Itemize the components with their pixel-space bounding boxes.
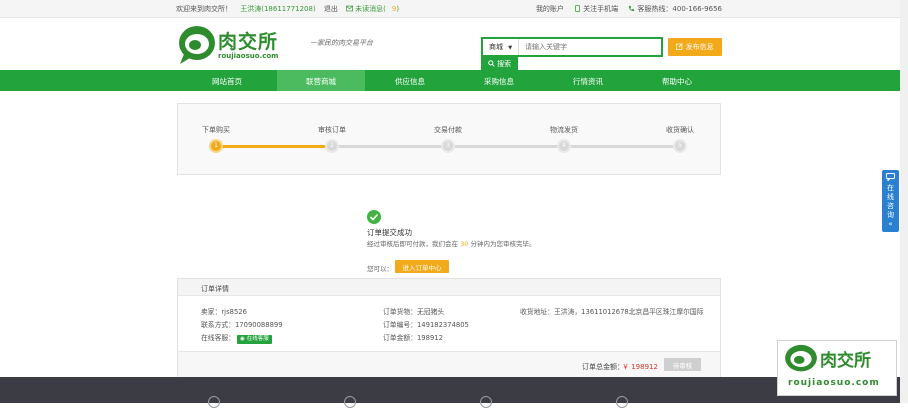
- search-button[interactable]: 搜索: [481, 57, 518, 71]
- step-label-5: 收货确认: [666, 126, 694, 134]
- watermark-text-en: roujiaosuo.com: [788, 378, 880, 388]
- online-cs-button[interactable]: ◉ 在线客服: [237, 335, 272, 344]
- nav-item-home[interactable]: 网站首页: [183, 70, 271, 91]
- step-label-2: 审核订单: [318, 126, 346, 134]
- user-link[interactable]: 王洪涛(18611771208): [240, 5, 315, 13]
- step-dot-5: 5: [673, 139, 687, 153]
- nav-item-supply[interactable]: 供应信息: [366, 70, 454, 91]
- success-desc-pre: 经过审核后即可付款，我们会在: [367, 240, 458, 248]
- chat-icon: ◉: [240, 336, 245, 342]
- site-footer: [0, 377, 908, 408]
- hotline: 客服热线：400-166-9656: [628, 5, 722, 13]
- online-consult-widget[interactable]: 在线咨询 «: [882, 170, 899, 232]
- nav-item-mall[interactable]: 联营商城: [277, 70, 365, 91]
- success-title: 订单提交成功: [367, 228, 412, 237]
- seller-column: 卖家：rjs8526 联系方式：17090088899 在线客服： ◉ 在线客服: [201, 306, 283, 345]
- main-nav: 网站首页 联营商城 供应信息 采购信息 行情资讯 帮助中心: [0, 70, 908, 91]
- online-cs-label: 在线客服: [201, 334, 229, 342]
- follow-mobile-label: 关注手机端: [583, 5, 619, 13]
- logo-text-en: roujiaosuo.com: [218, 52, 279, 60]
- success-minutes: 30: [460, 240, 469, 248]
- chevron-down-icon: ▼: [508, 45, 513, 51]
- phone-icon: [629, 5, 635, 12]
- pending-review-button[interactable]: 待审核: [664, 358, 701, 371]
- unread-label: 未读消息(: [355, 5, 386, 13]
- logo-badge-icon: [179, 26, 215, 64]
- search-input[interactable]: [521, 39, 661, 55]
- double-chevron-icon: «: [888, 220, 893, 228]
- step-dot-2: 2: [325, 139, 339, 153]
- my-account-link[interactable]: 我的账户: [536, 5, 564, 13]
- page-scrollbar[interactable]: [900, 0, 908, 403]
- footer-doc-icon: [616, 396, 628, 408]
- address-text: 收货地址：王洪涛，13611012678北京昌平区珠江摩尔国际: [520, 308, 704, 316]
- mobile-icon: [575, 5, 581, 12]
- order-center-button[interactable]: 进入订单中心: [395, 260, 449, 273]
- order-progress: 下单购买 审核订单 交易付款 物流发货 收货确认 1 2 3 4 5: [177, 103, 721, 175]
- success-description: 经过审核后即可付款，我们会在 30 分钟内为您审核完毕。: [367, 239, 542, 250]
- total-amount-value: ￥ 198912: [622, 363, 658, 371]
- step-dot-1: 1: [209, 139, 223, 153]
- hotline-label: 客服热线：400-166-9656: [637, 5, 722, 13]
- step-dot-4: 4: [557, 139, 571, 153]
- publish-button[interactable]: 发布信息: [668, 38, 722, 56]
- chat-bubble-icon: [886, 173, 895, 181]
- search-box: 商城 ▼: [481, 37, 663, 57]
- online-consult-label: 在线咨询: [887, 184, 894, 219]
- order-detail-footer: 订单总金额： ￥ 198912 待审核: [178, 351, 720, 377]
- online-cs-row: 在线客服： ◉ 在线客服: [201, 332, 283, 345]
- unread-close: ): [396, 5, 400, 13]
- mail-icon: [346, 5, 354, 12]
- search-icon: [488, 60, 495, 67]
- online-cs-badge-label: 在线客服: [246, 336, 269, 342]
- nav-item-help[interactable]: 帮助中心: [633, 70, 721, 91]
- nav-item-purchase[interactable]: 采购信息: [455, 70, 543, 91]
- order-number-text: 订单编号：149182374805: [383, 321, 469, 329]
- search-scope-value: 商城: [489, 43, 503, 51]
- progress-track-fill: [215, 145, 331, 148]
- order-detail-panel: 订单详情 卖家：rjs8526 联系方式：17090088899 在线客服： ◉…: [177, 278, 721, 378]
- footer-shield-icon: [344, 396, 356, 408]
- step-dot-3: 3: [441, 139, 455, 153]
- nav-item-market[interactable]: 行情资讯: [544, 70, 632, 91]
- address-column: 收货地址：王洪涛，13611012678北京昌平区珠江摩尔国际: [520, 306, 704, 319]
- site-header: 肉交所 roujiaosuo.com 一家民的肉交易平台 商城 ▼ 搜索 发布信…: [0, 18, 908, 71]
- goods-column: 订单货物：无冠猪头 订单编号：149182374805 订单金额：198912: [383, 306, 469, 345]
- step-label-1: 下单购买: [202, 126, 230, 134]
- success-desc-post: 分钟内为您审核完毕。: [470, 240, 536, 248]
- unread-messages-link[interactable]: 未读消息(9): [346, 5, 399, 13]
- order-detail-header: 订单详情: [178, 279, 720, 296]
- logo-text-cn: 肉交所: [218, 31, 279, 53]
- search-button-label: 搜索: [497, 60, 512, 68]
- seller-text: 卖家：rjs8526: [201, 308, 247, 316]
- site-logo[interactable]: 肉交所 roujiaosuo.com 一家民的肉交易平台: [178, 24, 378, 68]
- total-amount-label: 订单总金额：: [582, 363, 624, 371]
- order-success-block: 订单提交成功 经过审核后即可付款，我们会在 30 分钟内为您审核完毕。 您可以：…: [367, 210, 547, 276]
- watermark-text-cn: 肉交所: [820, 351, 871, 371]
- online-cs-colon: ：: [228, 334, 235, 342]
- watermark-logo-icon: [785, 344, 817, 372]
- check-circle-icon: [367, 210, 381, 224]
- brand-watermark: 肉交所 roujiaosuo.com: [777, 340, 897, 396]
- welcome-text: 欢迎来到肉交所！: [176, 5, 232, 13]
- step-label-3: 交易付款: [434, 126, 462, 134]
- edit-icon: [676, 43, 683, 50]
- search-scope-select[interactable]: 商城 ▼: [483, 39, 519, 55]
- contact-text: 联系方式：17090088899: [201, 321, 283, 329]
- publish-button-label: 发布信息: [685, 43, 714, 51]
- follow-mobile-link[interactable]: 关注手机端: [574, 5, 618, 13]
- footer-guarantee-icon: [208, 396, 220, 408]
- logo-slogan: 一家民的肉交易平台: [310, 39, 373, 47]
- logout-link[interactable]: 退出: [324, 5, 338, 13]
- footer-clock-icon: [480, 396, 492, 408]
- success-can-label: 您可以：: [367, 265, 393, 273]
- order-amount-text: 订单金额：198912: [383, 334, 443, 342]
- goods-text: 订单货物：无冠猪头: [383, 308, 445, 316]
- step-label-4: 物流发货: [550, 126, 578, 134]
- top-bar: 欢迎来到肉交所！ 王洪涛(18611771208) 退出 未读消息(9) 我的账…: [0, 0, 908, 18]
